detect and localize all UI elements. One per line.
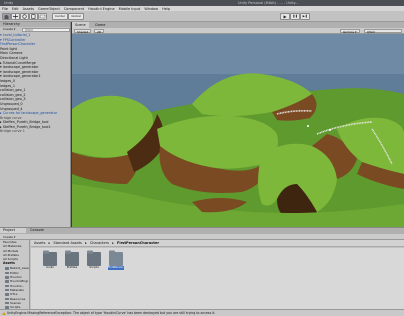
menu-help[interactable]: Help bbox=[162, 7, 170, 11]
asset-folder-scripts[interactable]: Scripts bbox=[86, 252, 102, 270]
menu-window[interactable]: Window bbox=[144, 7, 158, 11]
tab-project-label: Project bbox=[3, 228, 15, 232]
hierarchy-item[interactable]: Bridge curve 1 bbox=[0, 129, 70, 134]
breadcrumb-characters[interactable]: Characters bbox=[90, 241, 109, 245]
breadcrumb-separator: ▸ bbox=[112, 241, 114, 245]
project-folder-tree: Favorites All Materials All Models All Pref… bbox=[0, 240, 30, 310]
hand-tool-button[interactable] bbox=[2, 13, 11, 20]
status-message: UnityEngine.MissingReferenceException: T… bbox=[7, 311, 216, 315]
hierarchy-tree: ▾ Level_tuitorial_1 ▾ FPSController Firs… bbox=[0, 33, 70, 134]
app-name: Unity bbox=[4, 1, 14, 5]
scale-tool-button[interactable] bbox=[29, 13, 38, 20]
tab-console-label: Console bbox=[30, 228, 44, 232]
rotate-icon bbox=[22, 14, 27, 19]
main-toolbar: Center Global ▶ ❚❚ ▶❚ bbox=[0, 11, 404, 22]
hand-icon bbox=[4, 15, 9, 19]
2d-toggle[interactable]: 2D bbox=[94, 29, 105, 34]
folder-icon bbox=[43, 252, 57, 266]
rect-tool-button[interactable] bbox=[38, 13, 47, 20]
tab-scene-label: Scene bbox=[75, 23, 86, 27]
shading-mode-dropdown[interactable]: Shaded bbox=[74, 29, 92, 34]
tab-console[interactable]: Console bbox=[27, 228, 53, 233]
breadcrumb-separator: ▸ bbox=[48, 241, 51, 245]
scene-panel: Scene Game Shaded 2D Gizmos ▾ Q▾All bbox=[72, 22, 404, 227]
warning-icon bbox=[2, 312, 6, 315]
gizmos-dropdown[interactable]: Gizmos ▾ bbox=[340, 29, 360, 34]
menu-assets[interactable]: Assets bbox=[23, 7, 34, 11]
move-tool-button[interactable] bbox=[11, 13, 20, 20]
breadcrumb-firstpersoncharacter[interactable]: FirstPersonCharacter bbox=[117, 241, 159, 245]
breadcrumb-separator: ▸ bbox=[84, 241, 87, 245]
menu-edit[interactable]: Edit bbox=[12, 7, 19, 11]
breadcrumb: Assets ▸ Standard Assets ▸ Characters ▸ … bbox=[31, 240, 404, 247]
asset-folder-firstperson[interactable]: FirstPerson... bbox=[108, 252, 126, 270]
curve-point[interactable] bbox=[329, 129, 331, 131]
status-bar[interactable]: UnityEngine.MissingReferenceException: T… bbox=[0, 309, 404, 316]
move-icon bbox=[13, 14, 18, 19]
asset-folder-audio[interactable]: Audio bbox=[42, 252, 58, 270]
scale-icon bbox=[31, 14, 36, 19]
folder-icon bbox=[87, 252, 101, 266]
asset-label: FirstPerson... bbox=[108, 265, 126, 270]
menu-file[interactable]: File bbox=[2, 7, 8, 11]
hierarchy-search-input[interactable]: Q▾All bbox=[22, 28, 70, 32]
asset-grid: Audio Prefabs Scripts FirstPerson... bbox=[31, 248, 404, 310]
hierarchy-create-button[interactable]: Create ▾ bbox=[0, 27, 20, 32]
asset-label: Prefabs bbox=[66, 265, 78, 269]
sky-gradient bbox=[72, 34, 404, 74]
space-toggle[interactable]: Global bbox=[68, 13, 84, 20]
rotate-tool-button[interactable] bbox=[20, 13, 29, 20]
hierarchy-tab-label: Hierarchy bbox=[3, 22, 20, 26]
menu-houdini-engine[interactable]: Houdini Engine bbox=[88, 7, 114, 11]
tab-game-label: Game bbox=[95, 23, 106, 27]
menu-mobile-input[interactable]: Mobile Input bbox=[119, 7, 141, 11]
hierarchy-panel: Hierarchy Create ▾ Q▾All ▾ Level_tuitori… bbox=[0, 22, 71, 227]
play-button[interactable]: ▶ bbox=[280, 13, 290, 20]
scene-search-input[interactable]: Q▾All bbox=[364, 29, 402, 34]
pause-button[interactable]: ❚❚ bbox=[290, 13, 300, 20]
menu-gameobject[interactable]: GameObject bbox=[38, 7, 60, 11]
asset-label: Audio bbox=[46, 265, 54, 269]
breadcrumb-standard-assets[interactable]: Standard Assets bbox=[53, 241, 81, 245]
asset-label: Scripts bbox=[89, 265, 99, 269]
curve-point[interactable] bbox=[307, 125, 309, 127]
menu-component[interactable]: Component bbox=[64, 7, 84, 11]
rect-icon bbox=[39, 14, 46, 19]
tab-project[interactable]: Project bbox=[0, 228, 26, 233]
asset-folder-prefabs[interactable]: Prefabs bbox=[64, 252, 80, 270]
project-panel: Project Console Create ▾ Favorites All Ma… bbox=[0, 227, 404, 310]
pivot-toggle[interactable]: Center bbox=[52, 13, 68, 20]
breadcrumb-assets[interactable]: Assets bbox=[34, 241, 45, 245]
step-button[interactable]: ▶❚ bbox=[300, 13, 310, 20]
scene-viewport[interactable] bbox=[72, 34, 404, 227]
folder-icon bbox=[109, 252, 123, 266]
folder-icon bbox=[65, 252, 79, 266]
